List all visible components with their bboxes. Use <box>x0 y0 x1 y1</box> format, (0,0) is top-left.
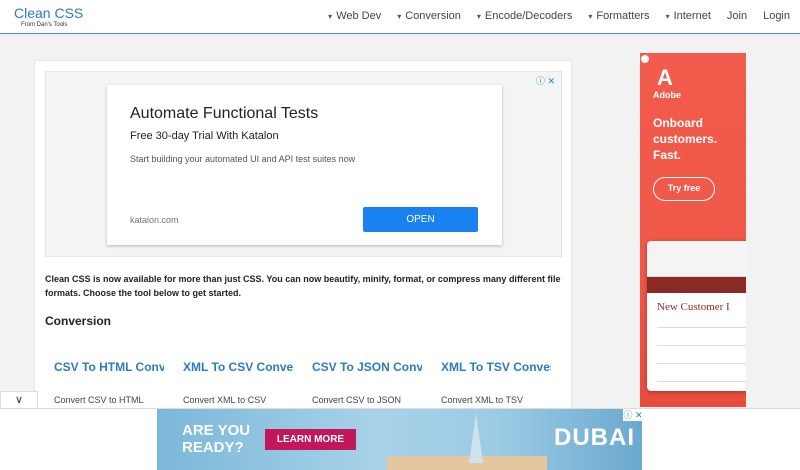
nav-web-dev[interactable]: ▾ Web Dev <box>328 10 381 22</box>
collapse-ad-button[interactable]: ∨ <box>0 391 38 408</box>
katalon-ad[interactable]: Automate Functional Tests Free 30-day Tr… <box>107 85 502 245</box>
tool-card[interactable]: XML To CSV Converter Convert XML to CSV <box>183 360 293 405</box>
ad-open-button[interactable]: OPEN <box>363 207 478 232</box>
form-line <box>657 381 746 382</box>
nav-internet[interactable]: ▾ Internet <box>666 10 711 22</box>
chevron-down-icon: ▾ <box>328 12 333 21</box>
tool-title[interactable]: CSV To HTML Converter <box>54 360 164 374</box>
nav-label: Join <box>726 10 748 22</box>
tool-desc: Convert CSV to HTML <box>54 395 144 405</box>
banner-tagline: ARE YOU READY? <box>182 422 251 456</box>
shot-title: New Customer I <box>657 301 730 313</box>
side-ad-headline: Onboard customers. Fast. <box>653 116 718 162</box>
ad-description: Start building your automated UI and API… <box>130 154 356 164</box>
tool-title[interactable]: CSV To JSON Converter <box>312 360 422 374</box>
section-title: Conversion <box>45 314 112 328</box>
chevron-down-icon: ▾ <box>476 12 481 21</box>
tool-title[interactable]: XML To CSV Converter <box>183 360 293 374</box>
main-nav: ▾ Web Dev ▾ Conversion ▾ Encode/Decoders ▾ F… <box>312 10 790 22</box>
adobe-logo-icon: A <box>657 65 673 90</box>
chevron-down-icon: ▾ <box>588 12 593 21</box>
tool-card[interactable]: CSV To HTML Converter Convert CSV to HTM… <box>54 360 164 405</box>
ad-domain[interactable]: katalon.com <box>130 215 179 225</box>
tool-card[interactable]: XML To TSV Converter Convert XML to TSV <box>441 360 551 405</box>
dubai-banner-ad[interactable]: ARE YOU READY? LEARN MORE DUBAI <box>157 409 642 470</box>
nav-login[interactable]: Login <box>763 10 790 22</box>
learn-more-button[interactable]: LEARN MORE <box>265 429 356 450</box>
ad-subtitle: Free 30-day Trial With Katalon <box>130 130 279 142</box>
tool-card[interactable]: CSV To JSON Converter Convert CSV to JSO… <box>312 360 422 405</box>
tool-desc: Convert CSV to JSON <box>312 395 402 405</box>
nav-label: Formatters <box>596 10 650 22</box>
ad-close-icon[interactable]: ⓘ ✕ <box>623 409 643 421</box>
logo-title[interactable]: Clean CSS <box>14 6 83 20</box>
chevron-down-icon: ∨ <box>14 394 24 406</box>
adobe-side-ad[interactable]: A Adobe Onboard customers. Fast. Try fre… <box>640 53 746 407</box>
nav-label: Encode/Decoders <box>484 10 573 22</box>
nav-label: Login <box>763 10 790 22</box>
nav-formatters[interactable]: ▾ Formatters <box>588 10 649 22</box>
ad-container: ⓘ ✕ Automate Functional Tests Free 30-da… <box>45 71 562 257</box>
nav-join[interactable]: Join <box>727 10 747 22</box>
logo-subtitle: From Dan's Tools <box>21 22 68 28</box>
nav-encode-decoders[interactable]: ▾ Encode/Decoders <box>477 10 572 22</box>
chevron-down-icon: ▾ <box>397 12 402 21</box>
form-line <box>657 363 746 364</box>
form-line <box>657 327 746 328</box>
burj-al-arab-image <box>469 413 483 463</box>
nav-label: Conversion <box>405 10 461 22</box>
beach-image <box>387 456 547 470</box>
main-content: ⓘ ✕ Automate Functional Tests Free 30-da… <box>34 60 572 410</box>
intro-text: Clean CSS is now available for more than… <box>45 274 561 298</box>
ad-title[interactable]: Automate Functional Tests <box>130 105 318 123</box>
dubai-logo: DUBAI <box>554 424 635 451</box>
tool-title[interactable]: XML To TSV Converter <box>441 360 551 374</box>
nav-label: Web Dev <box>336 10 382 22</box>
chevron-down-icon: ▾ <box>665 12 670 21</box>
top-navbar: Clean CSS From Dan's Tools ▾ Web Dev ▾ Con… <box>0 0 800 34</box>
shot-banner <box>647 277 746 293</box>
site-logo[interactable]: Clean CSS From Dan's Tools <box>14 6 83 28</box>
nav-conversion[interactable]: ▾ Conversion <box>397 10 461 22</box>
form-line <box>657 345 746 346</box>
tool-desc: Convert XML to TSV <box>441 395 524 405</box>
nav-label: Internet <box>673 10 711 22</box>
ad-info-icon[interactable] <box>641 55 649 63</box>
product-screenshot: New Customer I <box>647 241 746 391</box>
browser-bar <box>647 241 746 277</box>
side-ad-brand: Adobe <box>653 90 681 100</box>
tool-desc: Convert XML to CSV <box>183 395 267 405</box>
adchoices-icon[interactable]: ⓘ ✕ <box>536 74 555 87</box>
try-free-button[interactable]: Try free <box>653 177 715 201</box>
